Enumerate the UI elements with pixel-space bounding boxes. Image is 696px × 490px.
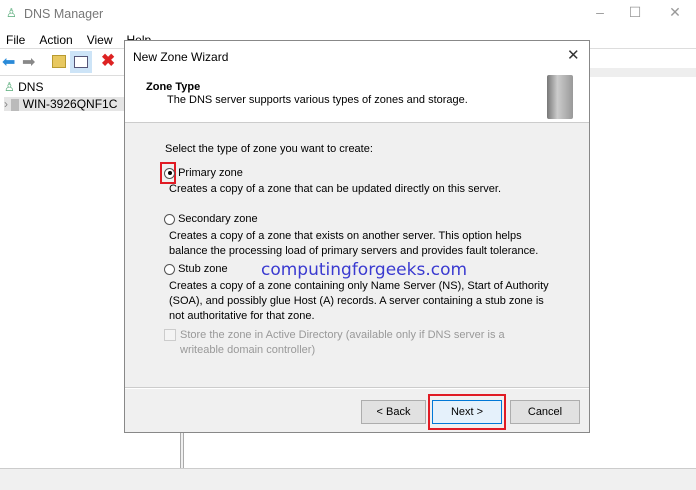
menu-action[interactable]: Action (39, 33, 72, 47)
zone-type-prompt: Select the type of zone you want to crea… (165, 143, 373, 155)
window-title: DNS Manager (24, 7, 103, 21)
dialog-close-button[interactable]: ✕ (567, 46, 580, 64)
new-zone-wizard-dialog: New Zone Wizard ✕ Zone Type The DNS serv… (124, 40, 590, 433)
menu-file[interactable]: File (6, 33, 25, 47)
back-arrow-icon[interactable]: ⬅ (2, 52, 15, 72)
forward-arrow-icon[interactable]: ➡ (22, 52, 35, 72)
radio-button[interactable] (164, 168, 175, 179)
secondary-zone-description: Creates a copy of a zone that exists on … (169, 229, 549, 259)
status-bar (0, 468, 696, 490)
dialog-title: New Zone Wizard (133, 50, 228, 64)
show-pane-icon[interactable] (70, 51, 92, 73)
cancel-button[interactable]: Cancel (510, 400, 580, 424)
back-button[interactable]: < Back (361, 400, 426, 424)
minimize-button[interactable]: – (585, 4, 615, 24)
delete-icon[interactable]: ✖ (101, 51, 115, 71)
ad-checkbox-label: Store the zone in Active Directory (avai… (180, 328, 550, 358)
ad-checkbox (164, 329, 176, 341)
watermark: computingforgeeks.com (261, 260, 467, 280)
dns-icon: ♙ (4, 80, 15, 94)
close-window-button[interactable]: ✕ (660, 4, 690, 24)
section-heading: Zone Type (146, 81, 200, 93)
primary-zone-description: Creates a copy of a zone that can be upd… (169, 182, 549, 197)
menu-view[interactable]: View (87, 33, 113, 47)
section-subheading: The DNS server supports various types of… (167, 94, 468, 106)
toolbar-strip (590, 68, 696, 77)
folder-up-icon[interactable] (52, 55, 66, 68)
server-icon (11, 99, 19, 111)
footer-divider (125, 387, 589, 389)
stub-zone-description: Creates a copy of a zone containing only… (169, 279, 549, 324)
app-icon: ♙ (6, 6, 17, 20)
radio-primary-zone[interactable]: Primary zone (164, 167, 243, 179)
radio-stub-zone[interactable]: Stub zone (164, 263, 228, 275)
radio-button[interactable] (164, 214, 175, 225)
server-tower-icon (547, 75, 573, 119)
maximize-button[interactable]: ☐ (620, 4, 650, 24)
expand-chevron-icon[interactable]: › (4, 97, 8, 111)
dialog-header: New Zone Wizard ✕ Zone Type The DNS serv… (125, 41, 589, 123)
next-button[interactable]: Next > (432, 400, 502, 424)
radio-secondary-zone[interactable]: Secondary zone (164, 213, 258, 225)
radio-button[interactable] (164, 264, 175, 275)
